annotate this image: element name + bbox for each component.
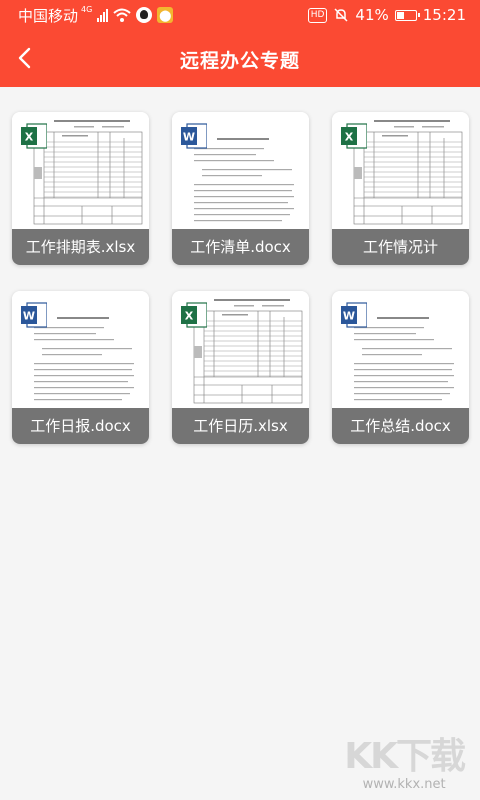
status-bar-left: 中国移动 4G ⬤: [18, 4, 174, 26]
clock: 15:21: [422, 6, 466, 24]
status-bar: 中国移动 4G ⬤ HD 41% 15:21: [0, 0, 480, 30]
mute-icon: [334, 8, 348, 22]
document-card[interactable]: W 工作日报.docx: [12, 291, 149, 444]
word-icon: W: [341, 302, 367, 328]
document-caption: 工作日历.xlsx: [172, 408, 309, 444]
document-card[interactable]: W 工作总结.docx: [332, 291, 469, 444]
document-card[interactable]: W 工作清单.docx: [172, 112, 309, 265]
hd-icon: HD: [307, 7, 328, 23]
qq-icon: [136, 7, 153, 23]
document-caption: 工作排期表.xlsx: [12, 229, 149, 265]
svg-text:W: W: [183, 131, 195, 144]
svg-text:X: X: [345, 131, 354, 144]
signal-icon: [97, 8, 109, 22]
document-caption: 工作清单.docx: [172, 229, 309, 265]
word-icon: W: [21, 302, 47, 328]
document-card[interactable]: X 工作排期表.xlsx: [12, 112, 149, 265]
carrier-label: 中国移动: [18, 6, 79, 25]
battery-percent: 41%: [355, 6, 389, 24]
excel-icon: X: [341, 123, 367, 149]
watermark: KK下载 www.kkx.net: [344, 736, 466, 793]
excel-icon: X: [181, 302, 207, 328]
svg-text:X: X: [185, 310, 194, 323]
document-card[interactable]: X 工作日历.xlsx: [172, 291, 309, 444]
document-caption: 工作日报.docx: [12, 408, 149, 444]
network-type: 4G: [81, 4, 93, 14]
battery-icon: [394, 9, 420, 21]
status-bar-right: HD 41% 15:21: [307, 4, 466, 26]
document-card[interactable]: X 工作情况计: [332, 112, 469, 265]
watermark-logo: KK下载: [344, 736, 466, 777]
word-icon: W: [181, 123, 207, 149]
svg-text:X: X: [25, 131, 34, 144]
wifi-icon: [113, 8, 131, 22]
watermark-url: www.kkx.net: [362, 777, 446, 792]
app-bar: 远程办公专题: [0, 30, 480, 87]
svg-text:W: W: [23, 310, 35, 323]
excel-icon: X: [21, 123, 47, 149]
document-caption: 工作总结.docx: [332, 408, 469, 444]
page-title: 远程办公专题: [179, 50, 300, 72]
document-caption: 工作情况计: [332, 229, 469, 265]
svg-text:W: W: [343, 310, 355, 323]
notification-icon: ⬤: [157, 7, 174, 23]
